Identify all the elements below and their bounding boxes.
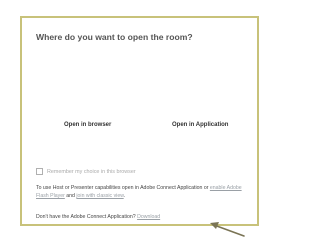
remember-choice-label: Remember my choice in this browser: [47, 168, 136, 175]
open-room-dialog: Where do you want to open the room? Open…: [20, 16, 259, 226]
download-prompt: Don't have the Adobe Connect Application…: [36, 214, 160, 220]
info-text-part3: .: [123, 193, 126, 199]
classic-view-link[interactable]: join with classic view: [76, 193, 123, 199]
dialog-title: Where do you want to open the room?: [36, 32, 193, 42]
open-in-browser-button[interactable]: Open in browser: [64, 122, 111, 128]
open-in-application-button[interactable]: Open in Application: [172, 122, 228, 128]
download-link[interactable]: Download: [137, 214, 160, 220]
info-text-part2: and: [64, 193, 77, 199]
screenshot-page: Where do you want to open the room? Open…: [0, 0, 262, 244]
presenter-info-text: To use Host or Presenter capabilities op…: [36, 184, 246, 200]
remember-choice-row[interactable]: Remember my choice in this browser: [36, 168, 136, 175]
remember-choice-checkbox[interactable]: [36, 168, 43, 175]
download-prompt-text: Don't have the Adobe Connect Application…: [36, 214, 138, 220]
info-text-part1: To use Host or Presenter capabilities op…: [36, 185, 210, 191]
